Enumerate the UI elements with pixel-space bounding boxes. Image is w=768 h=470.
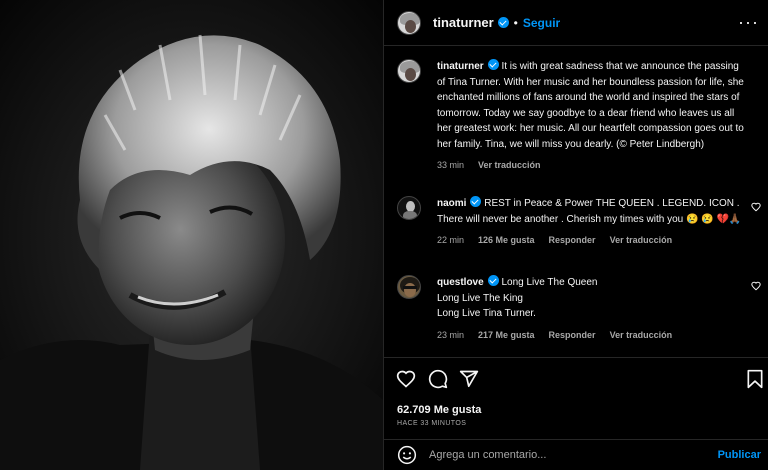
comment-text-line: Long Live Tina Turner.	[437, 308, 536, 319]
comment-item: naomi REST in Peace & Power THE QUEEN . …	[397, 196, 757, 249]
likes-count[interactable]: 62.709 Me gusta	[397, 404, 481, 416]
caption: tinaturner It is with great sadness that…	[397, 59, 757, 174]
bookmark-icon[interactable]	[746, 369, 764, 389]
post-header: tinaturner • Seguir ···	[384, 0, 768, 46]
share-icon[interactable]	[459, 369, 479, 389]
post-detail-panel: tinaturner • Seguir ··· tinaturner It is…	[383, 0, 768, 470]
comment-composer: Publicar	[384, 439, 768, 470]
comment-username[interactable]: naomi	[437, 198, 466, 209]
comment-icon[interactable]	[428, 369, 448, 389]
heart-icon[interactable]	[751, 281, 761, 291]
caption-time[interactable]: 33 min	[437, 158, 464, 174]
post-timestamp: HACE 33 MINUTOS	[397, 420, 467, 427]
follow-button[interactable]: Seguir	[523, 16, 560, 30]
heart-icon[interactable]	[396, 369, 416, 389]
avatar[interactable]	[397, 196, 421, 220]
translate-link[interactable]: Ver traducción	[610, 328, 673, 344]
caption-text: It is with great sadness that we announc…	[437, 61, 744, 150]
comment-text: REST in Peace & Power THE QUEEN . LEGEND…	[437, 198, 742, 225]
comment-input[interactable]	[429, 449, 699, 461]
avatar[interactable]	[397, 10, 421, 35]
emoji-icon[interactable]	[397, 445, 417, 465]
publish-button[interactable]: Publicar	[718, 449, 761, 461]
post-photo[interactable]	[0, 0, 383, 470]
verified-badge-icon	[487, 59, 499, 70]
portrait-image	[0, 0, 383, 470]
comments-list[interactable]: tinaturner It is with great sadness that…	[384, 47, 768, 357]
avatar[interactable]	[397, 59, 421, 83]
comment-username[interactable]: questlove	[437, 277, 484, 288]
verified-badge-icon	[487, 275, 499, 286]
reply-button[interactable]: Responder	[549, 328, 596, 344]
verified-badge-icon	[497, 17, 509, 28]
avatar[interactable]	[397, 275, 421, 299]
comment-text-line: Long Live The Queen	[501, 277, 598, 288]
comment-item: questlove Long Live The Queen Long Live …	[397, 275, 757, 343]
reply-button[interactable]: Responder	[549, 233, 596, 249]
post-actions: 62.709 Me gusta HACE 33 MINUTOS	[384, 357, 768, 439]
verified-badge-icon	[470, 196, 482, 207]
more-icon[interactable]: ···	[738, 12, 759, 33]
translate-link[interactable]: Ver traducción	[610, 233, 673, 249]
post-author-username[interactable]: tinaturner	[433, 15, 494, 30]
caption-username[interactable]: tinaturner	[437, 61, 484, 72]
comment-text-line: Long Live The King	[437, 292, 523, 304]
comment-likes[interactable]: 126 Me gusta	[478, 233, 535, 249]
comment-time[interactable]: 23 min	[437, 328, 464, 344]
comment-likes[interactable]: 217 Me gusta	[478, 328, 535, 344]
separator-dot: •	[513, 15, 518, 30]
heart-icon[interactable]	[751, 202, 761, 212]
comment-time[interactable]: 22 min	[437, 233, 464, 249]
translate-link[interactable]: Ver traducción	[478, 158, 541, 174]
